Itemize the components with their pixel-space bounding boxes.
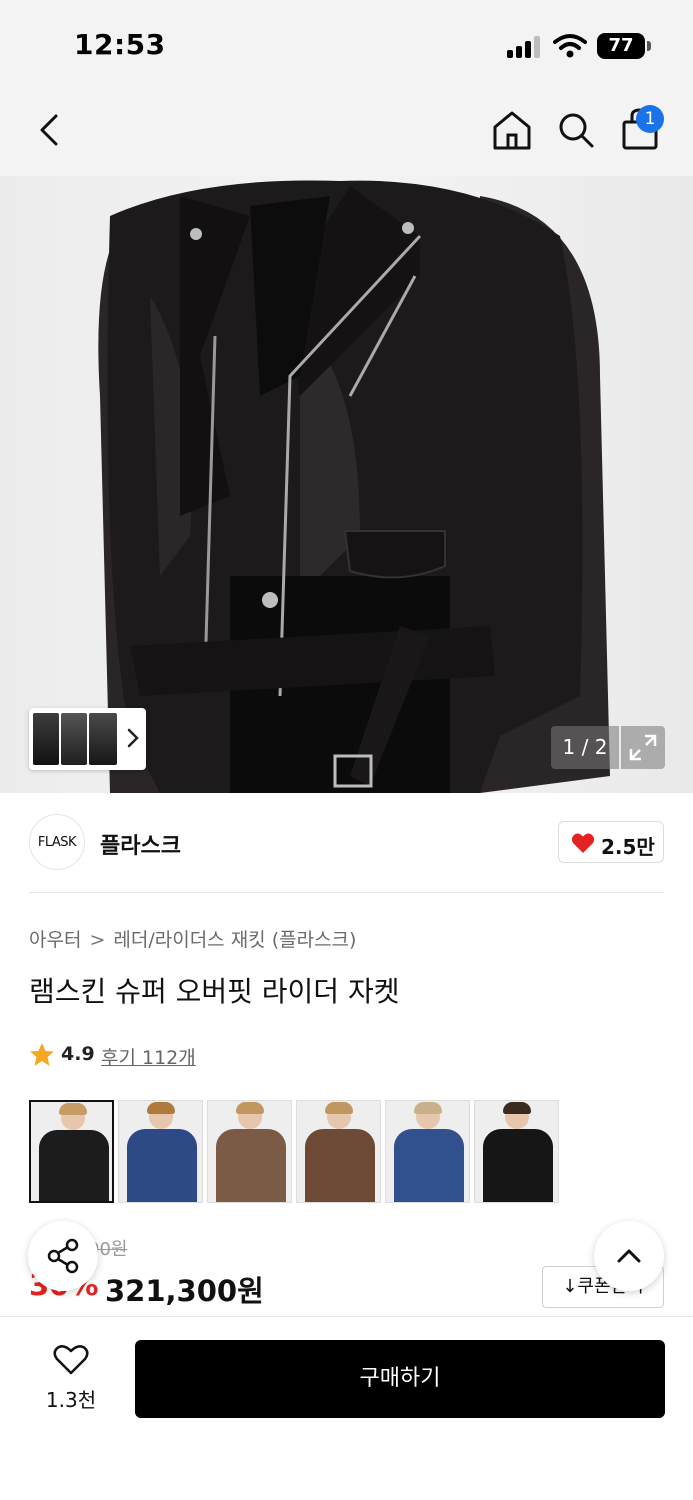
model-hair bbox=[325, 1102, 353, 1114]
share-icon bbox=[47, 1238, 79, 1274]
jacket-swatch bbox=[394, 1129, 464, 1202]
jacket-swatch bbox=[127, 1129, 197, 1202]
breadcrumb-category[interactable]: 아우터 bbox=[29, 929, 81, 951]
top-bar: 12:53 77 1 bbox=[0, 0, 693, 176]
thumbnail-image bbox=[89, 713, 117, 765]
color-variant-blue[interactable] bbox=[385, 1100, 470, 1203]
jacket-swatch bbox=[483, 1129, 553, 1202]
search-icon[interactable] bbox=[556, 108, 596, 152]
wishlist-count: 1.3천 bbox=[45, 1388, 97, 1412]
star-icon bbox=[30, 1043, 54, 1066]
wishlist-button[interactable]: 1.3천 bbox=[36, 1344, 106, 1414]
model-hair bbox=[236, 1102, 264, 1114]
color-variant-black[interactable] bbox=[29, 1100, 114, 1203]
chevron-right-icon bbox=[127, 728, 139, 748]
product-title: 램스킨 슈퍼 오버핏 라이더 자켓 bbox=[29, 975, 400, 1008]
jacket-swatch bbox=[305, 1129, 375, 1202]
color-variant-navy[interactable] bbox=[118, 1100, 203, 1203]
wifi-icon bbox=[553, 34, 587, 58]
back-button[interactable] bbox=[30, 108, 70, 152]
chevron-up-icon bbox=[617, 1249, 641, 1263]
status-time: 12:53 bbox=[74, 28, 166, 61]
signal-icon bbox=[507, 36, 543, 58]
model-hair bbox=[414, 1102, 442, 1114]
model-hair bbox=[503, 1102, 531, 1114]
battery-tip bbox=[647, 41, 651, 51]
cart-count-badge: 1 bbox=[636, 105, 664, 133]
battery-indicator: 77 bbox=[597, 33, 645, 59]
image-page-indicator: 1 / 2 bbox=[551, 726, 619, 769]
model-hair bbox=[59, 1103, 87, 1115]
jacket-swatch bbox=[216, 1129, 286, 1202]
buy-button[interactable]: 구매하기 bbox=[135, 1340, 665, 1418]
sale-price: 321,300원 bbox=[105, 1274, 264, 1308]
brand-logo[interactable]: FLASK bbox=[29, 814, 85, 870]
breadcrumb-separator: > bbox=[89, 929, 106, 951]
brand-like-count: 2.5만 bbox=[601, 835, 655, 859]
share-button[interactable] bbox=[28, 1221, 98, 1291]
thumbnail-image bbox=[61, 713, 87, 765]
brand-like-button[interactable]: 2.5만 bbox=[558, 821, 664, 863]
heart-icon bbox=[571, 833, 595, 853]
breadcrumb-subcategory[interactable]: 레더/라이더스 재킷 (플라스크) bbox=[113, 929, 356, 951]
expand-icon[interactable] bbox=[621, 726, 665, 769]
gallery-thumbnails[interactable] bbox=[29, 708, 146, 770]
jacket-swatch bbox=[39, 1130, 109, 1201]
jacket-illustration bbox=[98, 180, 610, 793]
divider bbox=[29, 892, 664, 893]
breadcrumb: 아우터 > 레더/라이더스 재킷 (플라스크) bbox=[29, 925, 356, 952]
home-icon[interactable] bbox=[490, 108, 534, 152]
thumbnail-image bbox=[33, 713, 59, 765]
brand-name[interactable]: 플라스크 bbox=[100, 828, 181, 860]
rating-score: 4.9 bbox=[61, 1043, 95, 1065]
color-variant-brown[interactable] bbox=[207, 1100, 292, 1203]
product-image[interactable] bbox=[0, 176, 693, 793]
color-variant-black-2[interactable] bbox=[474, 1100, 559, 1203]
reviews-link[interactable]: 후기 112개 bbox=[101, 1043, 196, 1070]
heart-outline-icon bbox=[53, 1345, 89, 1375]
scroll-top-button[interactable] bbox=[594, 1221, 664, 1291]
model-hair bbox=[147, 1102, 175, 1114]
color-variant-brown-dark[interactable] bbox=[296, 1100, 381, 1203]
